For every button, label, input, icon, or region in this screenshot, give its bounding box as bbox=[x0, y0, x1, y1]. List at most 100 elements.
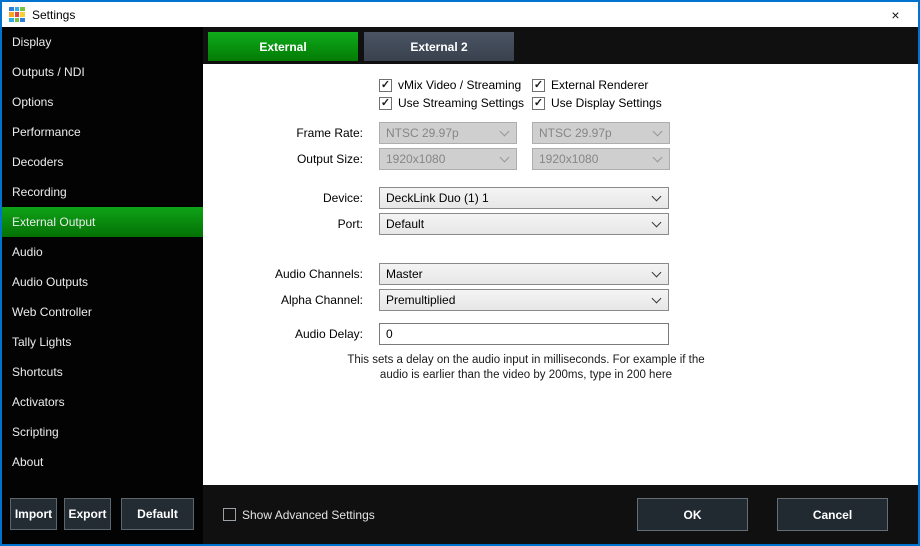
port-select[interactable]: Default bbox=[379, 213, 669, 235]
output-size-value-1: 1920x1080 bbox=[386, 152, 495, 166]
sidebar-item-shortcuts[interactable]: Shortcuts bbox=[2, 357, 203, 387]
sidebar-item-tally-lights[interactable]: Tally Lights bbox=[2, 327, 203, 357]
sidebar-item-label: Web Controller bbox=[12, 305, 92, 319]
sidebar-item-activators[interactable]: Activators bbox=[2, 387, 203, 417]
audio-channels-row: Audio Channels: Master bbox=[203, 263, 918, 285]
show-advanced-label: Show Advanced Settings bbox=[242, 508, 375, 522]
sidebar-item-label: Outputs / NDI bbox=[12, 65, 85, 79]
sidebar-item-label: Performance bbox=[12, 125, 81, 139]
alpha-channel-select[interactable]: Premultiplied bbox=[379, 289, 669, 311]
alpha-channel-row: Alpha Channel: Premultiplied bbox=[203, 289, 918, 311]
checkbox-external-renderer[interactable] bbox=[532, 79, 545, 92]
default-button[interactable]: Default bbox=[121, 498, 194, 530]
audio-delay-help-text: This sets a delay on the audio input in … bbox=[346, 353, 706, 383]
audio-delay-label: Audio Delay: bbox=[203, 327, 363, 341]
checkbox-vmix-video-streaming[interactable] bbox=[379, 79, 392, 92]
sidebar-item-scripting[interactable]: Scripting bbox=[2, 417, 203, 447]
output-size-label: Output Size: bbox=[203, 152, 363, 166]
sidebar-item-label: Audio Outputs bbox=[12, 275, 88, 289]
export-button[interactable]: Export bbox=[64, 498, 111, 530]
sidebar-item-options[interactable]: Options bbox=[2, 87, 203, 117]
sidebar-item-recording[interactable]: Recording bbox=[2, 177, 203, 207]
sidebar-item-label: External Output bbox=[12, 215, 95, 229]
window-title: Settings bbox=[32, 8, 75, 22]
output-size-select-2: 1920x1080 bbox=[532, 148, 670, 170]
chevron-down-icon bbox=[652, 293, 662, 303]
checkbox-label: External Renderer bbox=[551, 78, 648, 92]
output-size-select-1: 1920x1080 bbox=[379, 148, 517, 170]
chevron-down-icon bbox=[500, 126, 510, 136]
sidebar-item-outputs-ndi[interactable]: Outputs / NDI bbox=[2, 57, 203, 87]
audio-channels-label: Audio Channels: bbox=[203, 267, 363, 281]
checkbox-use-display-settings[interactable] bbox=[532, 97, 545, 110]
alpha-channel-value: Premultiplied bbox=[386, 293, 647, 307]
chevron-down-icon bbox=[652, 217, 662, 227]
device-value: DeckLink Duo (1) 1 bbox=[386, 191, 647, 205]
chevron-down-icon bbox=[652, 191, 662, 201]
frame-rate-value-2: NTSC 29.97p bbox=[539, 126, 648, 140]
chevron-down-icon bbox=[653, 126, 663, 136]
sidebar-item-external-output[interactable]: External Output bbox=[2, 207, 203, 237]
close-icon: × bbox=[891, 7, 899, 23]
cancel-button[interactable]: Cancel bbox=[777, 498, 888, 531]
ok-button[interactable]: OK bbox=[637, 498, 748, 531]
sidebar-item-label: Activators bbox=[12, 395, 65, 409]
sidebar-item-audio-outputs[interactable]: Audio Outputs bbox=[2, 267, 203, 297]
port-row: Port: Default bbox=[203, 213, 918, 235]
port-value: Default bbox=[386, 217, 647, 231]
sidebar-item-display[interactable]: Display bbox=[2, 27, 203, 57]
checkbox-row-1: vMix Video / Streaming External Renderer bbox=[203, 78, 918, 92]
checkbox-label: Use Display Settings bbox=[551, 96, 662, 110]
external-output-panel: vMix Video / Streaming External Renderer… bbox=[203, 64, 918, 485]
sidebar-item-label: Decoders bbox=[12, 155, 63, 169]
sidebar-item-label: Recording bbox=[12, 185, 67, 199]
frame-rate-value-1: NTSC 29.97p bbox=[386, 126, 495, 140]
show-advanced-settings: Show Advanced Settings bbox=[223, 508, 375, 522]
sidebar-item-label: About bbox=[12, 455, 43, 469]
frame-rate-select-1: NTSC 29.97p bbox=[379, 122, 517, 144]
sidebar-item-label: Audio bbox=[12, 245, 43, 259]
close-button[interactable]: × bbox=[873, 2, 918, 27]
checkbox-label: vMix Video / Streaming bbox=[398, 78, 521, 92]
audio-delay-row: Audio Delay: bbox=[203, 323, 918, 345]
alpha-channel-label: Alpha Channel: bbox=[203, 293, 363, 307]
output-size-value-2: 1920x1080 bbox=[539, 152, 648, 166]
frame-rate-row: Frame Rate: NTSC 29.97p NTSC 29.97p bbox=[203, 122, 918, 144]
sidebar-item-decoders[interactable]: Decoders bbox=[2, 147, 203, 177]
title-bar: Settings × bbox=[2, 2, 918, 27]
sidebar-item-audio[interactable]: Audio bbox=[2, 237, 203, 267]
chevron-down-icon bbox=[500, 152, 510, 162]
sidebar-item-label: Scripting bbox=[12, 425, 59, 439]
sidebar-item-web-controller[interactable]: Web Controller bbox=[2, 297, 203, 327]
checkbox-label: Use Streaming Settings bbox=[398, 96, 524, 110]
checkbox-use-streaming-settings[interactable] bbox=[379, 97, 392, 110]
tab-external[interactable]: External bbox=[208, 32, 358, 61]
audio-channels-select[interactable]: Master bbox=[379, 263, 669, 285]
sidebar-item-label: Tally Lights bbox=[12, 335, 71, 349]
sidebar-item-label: Options bbox=[12, 95, 53, 109]
device-select[interactable]: DeckLink Duo (1) 1 bbox=[379, 187, 669, 209]
tab-external-2[interactable]: External 2 bbox=[364, 32, 514, 61]
sidebar: Display Outputs / NDI Options Performanc… bbox=[2, 27, 203, 544]
footer-bar: Show Advanced Settings OK Cancel bbox=[203, 485, 918, 544]
output-size-row: Output Size: 1920x1080 1920x1080 bbox=[203, 148, 918, 170]
import-button[interactable]: Import bbox=[10, 498, 57, 530]
chevron-down-icon bbox=[653, 152, 663, 162]
frame-rate-label: Frame Rate: bbox=[203, 126, 363, 140]
tab-bar: External External 2 bbox=[203, 27, 918, 64]
sidebar-item-performance[interactable]: Performance bbox=[2, 117, 203, 147]
show-advanced-checkbox[interactable] bbox=[223, 508, 236, 521]
chevron-down-icon bbox=[652, 267, 662, 277]
sidebar-item-about[interactable]: About bbox=[2, 447, 203, 477]
tab-label: External 2 bbox=[410, 40, 467, 54]
frame-rate-select-2: NTSC 29.97p bbox=[532, 122, 670, 144]
checkbox-row-2: Use Streaming Settings Use Display Setti… bbox=[203, 96, 918, 110]
audio-channels-value: Master bbox=[386, 267, 647, 281]
settings-window: Settings × Display Outputs / NDI Options… bbox=[0, 0, 920, 546]
audio-delay-input[interactable] bbox=[379, 323, 669, 345]
content-area: External External 2 vMix Video / Streami… bbox=[203, 27, 918, 544]
tab-label: External bbox=[259, 40, 306, 54]
app-icon bbox=[9, 7, 25, 23]
device-row: Device: DeckLink Duo (1) 1 bbox=[203, 187, 918, 209]
sidebar-item-label: Display bbox=[12, 35, 51, 49]
